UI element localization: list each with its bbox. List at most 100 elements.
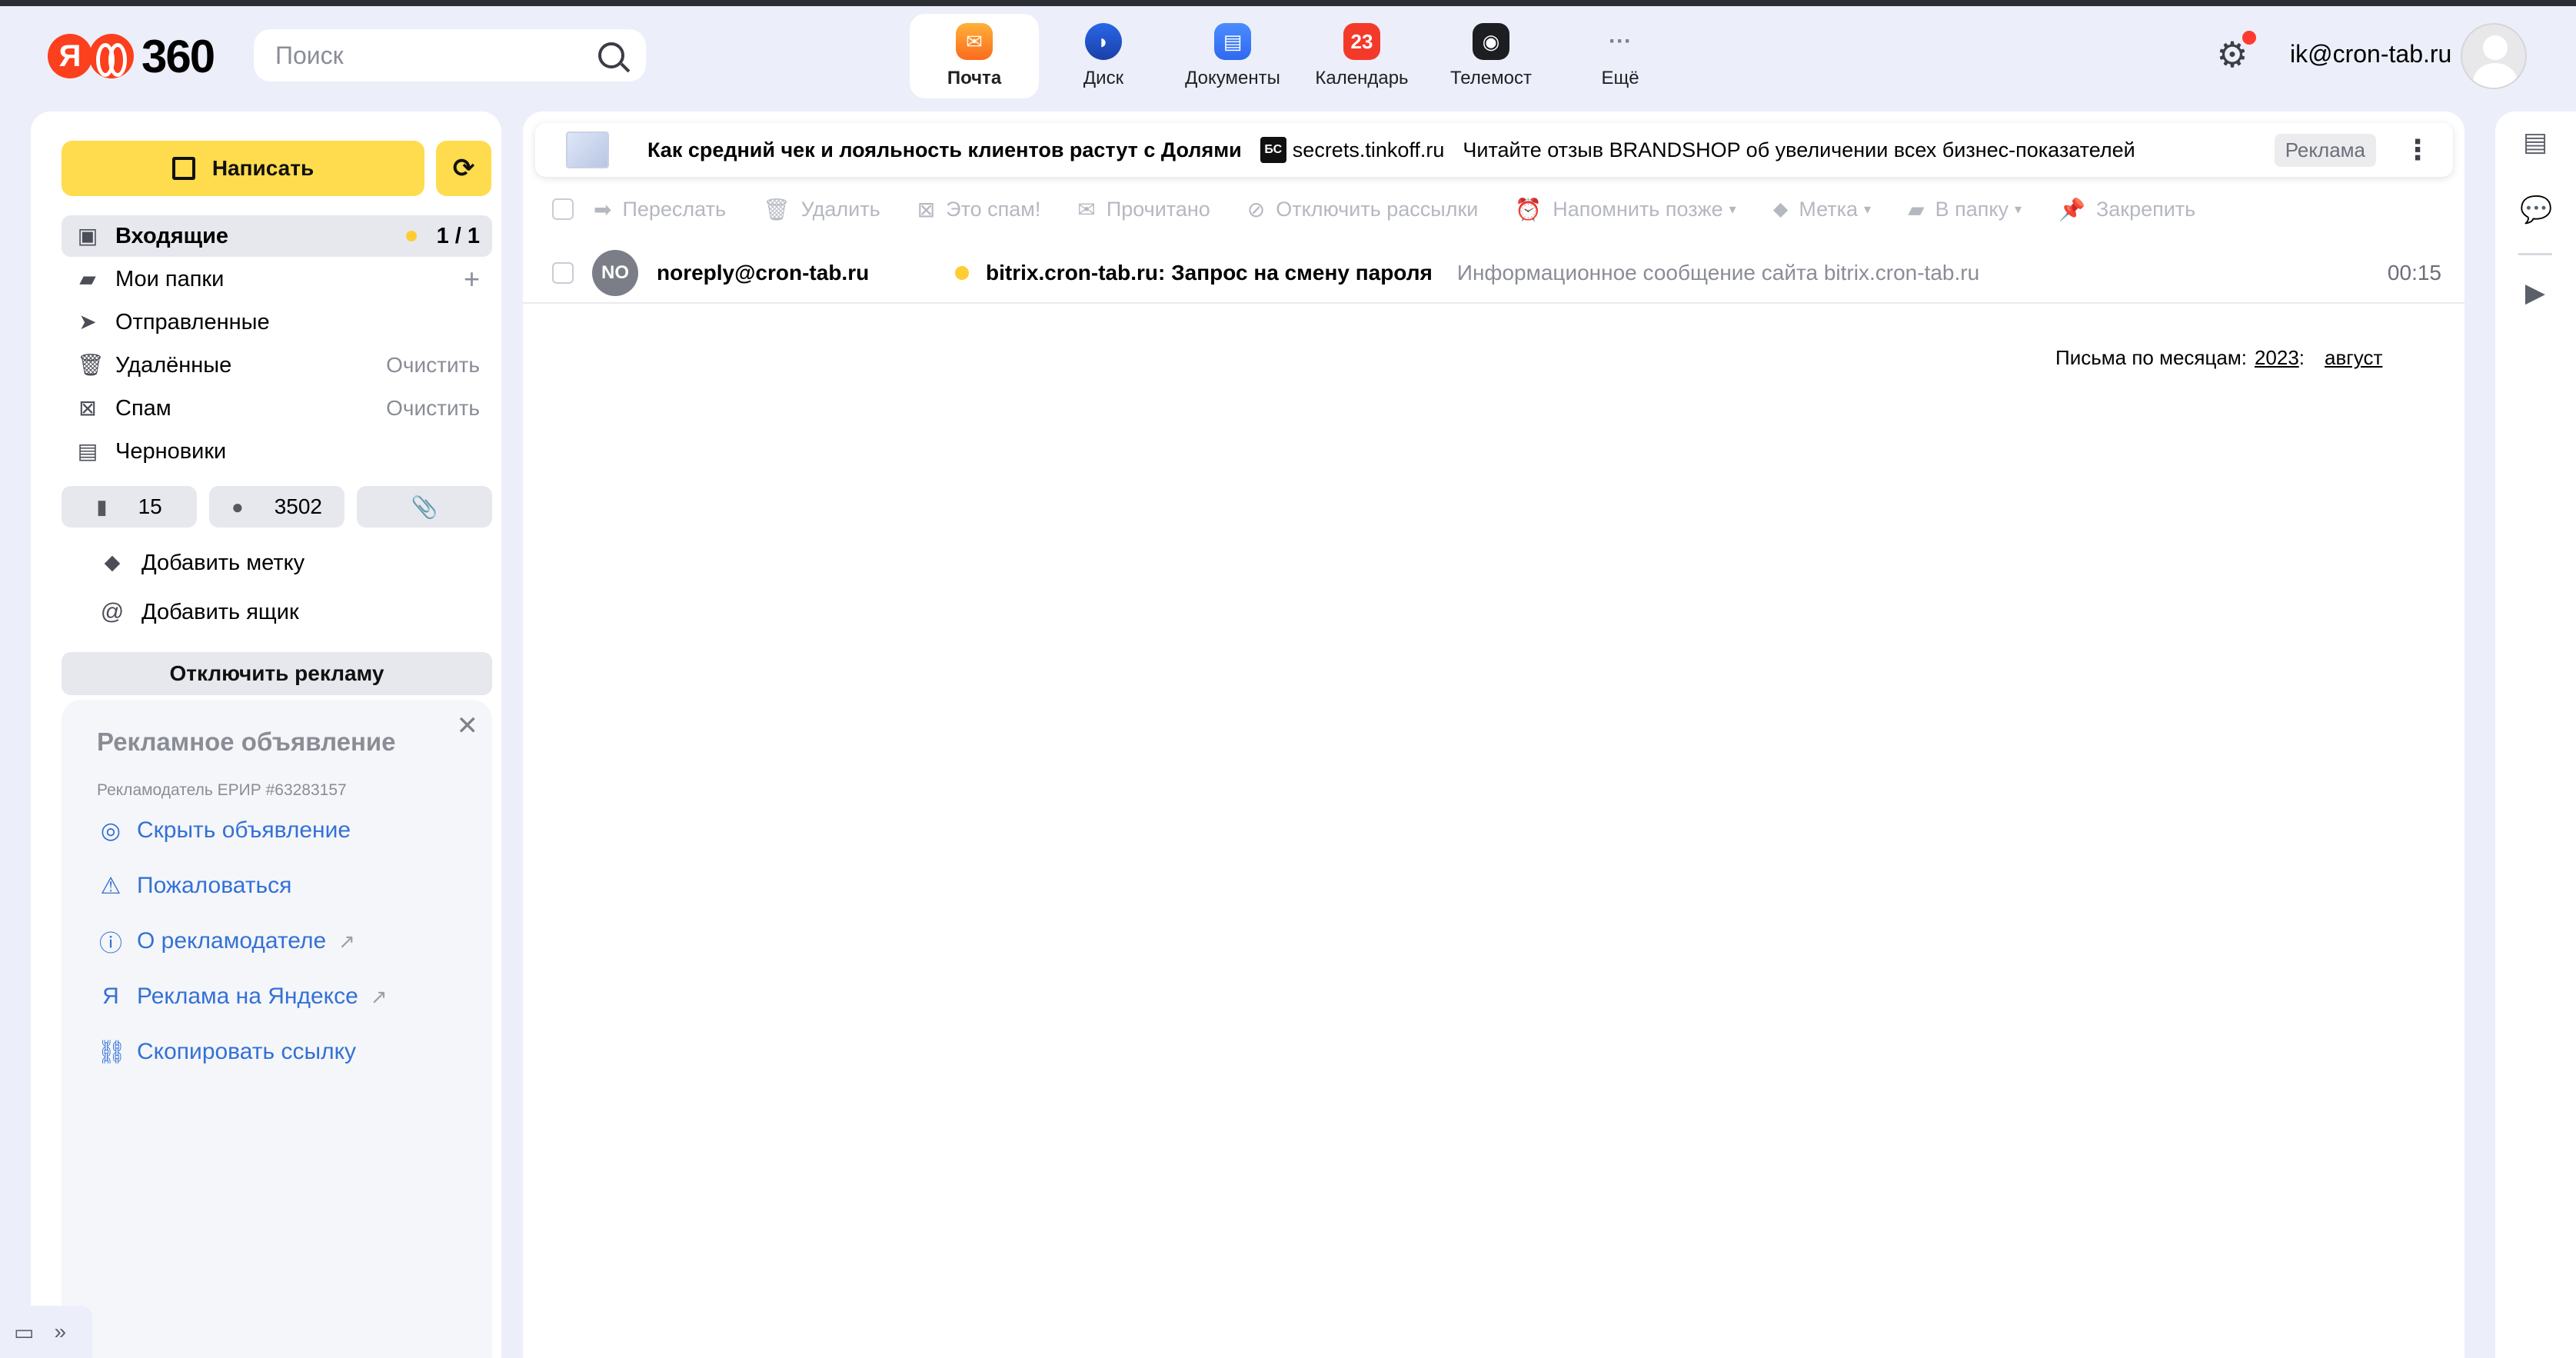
folder-label: Черновики — [115, 438, 227, 464]
message-row[interactable]: NO noreply@cron-tab.ru bitrix.cron-tab.r… — [523, 244, 2465, 304]
bottom-left-controls: ▭ » — [0, 1306, 92, 1358]
forward-button[interactable]: ➡ Переслать — [594, 197, 726, 222]
add-folder-icon[interactable]: + — [464, 263, 492, 295]
add-mailbox-link[interactable]: @ Добавить ящик — [98, 593, 299, 631]
chevron-down-icon: ▾ — [1729, 201, 1736, 217]
sidebar-item-sent[interactable]: ➤ Отправленные — [62, 301, 492, 343]
sidebar-item-my-folders[interactable]: ▰ Мои папки + — [62, 258, 492, 300]
chat-icon[interactable]: 💬 — [2520, 195, 2552, 225]
service-label: Ещё — [1601, 68, 1639, 88]
settings-gear-icon[interactable]: ⚙ — [2213, 31, 2256, 74]
message-subject: bitrix.cron-tab.ru: Запрос на смену паро… — [986, 261, 1433, 285]
logo-mark-icon — [89, 34, 134, 78]
search-input[interactable]: Поиск — [254, 29, 646, 82]
mark-read-button[interactable]: ✉ Прочитано — [1077, 197, 1210, 222]
remind-icon: ⏰ — [1515, 197, 1543, 221]
message-toolbar: ➡ Переслать 🗑 Удалить ⊠ Это спам! ✉ Прочитан… — [523, 186, 2465, 232]
attachments-filter[interactable]: 📎 — [357, 486, 492, 528]
folder-label: Мои папки — [115, 266, 225, 291]
logo-letter: Я — [48, 34, 92, 78]
service-label: Календарь — [1315, 68, 1409, 88]
add-mailbox-text: Добавить ящик — [141, 599, 299, 624]
ad-panel: ✕ Рекламное объявление Рекламодатель ЕРИ… — [62, 700, 492, 1358]
spam-icon: ⊠ — [917, 197, 936, 221]
advertiser-info-link[interactable]: ⓘ О рекламодателе ↗ — [97, 926, 355, 957]
disable-ads-button[interactable]: Отключить рекламу — [62, 652, 492, 695]
sender-avatar[interactable]: NO — [592, 250, 638, 296]
service-label: Диск — [1083, 68, 1124, 88]
expand-icon[interactable]: » — [54, 1320, 66, 1344]
select-all-checkbox[interactable] — [552, 198, 574, 220]
service-more[interactable]: ··· Ещё — [1556, 14, 1685, 98]
bookmarked-count: 15 — [138, 494, 162, 518]
link-label: Скрыть объявление — [137, 817, 351, 843]
user-email[interactable]: ik@cron-tab.ru — [2290, 40, 2451, 68]
service-documents[interactable]: ▤ Документы — [1168, 14, 1297, 98]
spam-button[interactable]: ⊠ Это спам! — [917, 197, 1041, 222]
label-button[interactable]: ⬥ Метка ▾ — [1773, 197, 1871, 222]
archive-icon[interactable]: ▤ — [2520, 127, 2551, 158]
service-label: Почта — [947, 68, 1002, 88]
action-label: Это спам! — [946, 197, 1041, 221]
unread-dot-icon: ● — [231, 494, 244, 518]
drafts-icon: ▤ — [77, 439, 98, 463]
move-to-folder-button[interactable]: ▰ В папку ▾ — [1908, 197, 2022, 222]
message-checkbox[interactable] — [552, 262, 574, 284]
right-rail: ▤ 💬 ▶ — [2495, 112, 2576, 1358]
unsubscribe-button[interactable]: ⊘ Отключить рассылки — [1247, 197, 1479, 222]
yandex-ads-link[interactable]: Я Реклама на Яндексе ↗ — [97, 981, 388, 1012]
sidebar-item-deleted[interactable]: 🗑 Удалённые Очистить — [62, 344, 492, 386]
service-mail[interactable]: ✉ Почта — [910, 14, 1039, 98]
service-disk[interactable]: ◗ Диск — [1039, 14, 1168, 98]
action-label: Закрепить — [2095, 197, 2196, 221]
hide-ad-link[interactable]: ◎ Скрыть объявление — [97, 815, 351, 846]
sidebar-item-spam[interactable]: ⊠ Спам Очистить — [62, 388, 492, 429]
sidebar-item-drafts[interactable]: ▤ Черновики — [62, 431, 492, 472]
external-link-icon: ↗ — [370, 984, 388, 1008]
folder-icon: ▰ — [1908, 197, 1925, 221]
unread-filter[interactable]: ● 3502 — [209, 486, 344, 528]
remind-later-button[interactable]: ⏰ Напомнить позже ▾ — [1515, 197, 1736, 222]
ad-thumbnail — [566, 131, 609, 168]
action-label: Метка — [1799, 197, 1859, 221]
months-separator: : — [2298, 346, 2305, 369]
more-vertical-icon[interactable]: ⋮ — [2404, 136, 2431, 164]
calendar-small-icon[interactable]: ▭ — [14, 1320, 34, 1345]
video-icon[interactable]: ▶ — [2520, 278, 2551, 308]
pin-button[interactable]: 📌 Закрепить — [2058, 197, 2195, 222]
action-label: Переслать — [622, 197, 727, 221]
message-time: 00:15 — [2387, 261, 2441, 285]
ad-brand-icon: БС — [1260, 137, 1286, 163]
bookmarked-filter[interactable]: ▮ 15 — [62, 486, 197, 528]
sidebar-item-inbox[interactable]: ▣ Входящие 1 / 1 — [62, 215, 492, 257]
attachment-icon: 📎 — [411, 494, 438, 519]
ad-headline: Как средний чек и лояльность клиентов ра… — [647, 138, 1242, 161]
close-icon[interactable]: ✕ — [457, 711, 479, 741]
action-label: Напомнить позже — [1553, 197, 1723, 221]
refresh-button[interactable]: ⟳ — [436, 141, 491, 196]
link-label: О рекламодателе — [137, 928, 327, 954]
action-label: В папку — [1935, 197, 2009, 221]
year-link[interactable]: 2023 — [2255, 346, 2299, 370]
ad-banner[interactable]: Как средний чек и лояльность клиентов ра… — [535, 123, 2453, 177]
service-calendar[interactable]: 23 Календарь — [1297, 14, 1426, 98]
action-label: Удалить — [800, 197, 880, 221]
refresh-icon: ⟳ — [452, 154, 475, 183]
folder-count: 1 / 1 — [405, 224, 492, 249]
compose-button[interactable]: Написать — [62, 141, 424, 196]
service-telemost[interactable]: ◉ Телемост — [1426, 14, 1556, 98]
unread-indicator[interactable] — [955, 266, 969, 280]
clear-spam-link[interactable]: Очистить — [386, 396, 492, 421]
yandex-360-logo[interactable]: Я 360 — [48, 31, 215, 82]
avatar[interactable] — [2461, 23, 2527, 89]
add-label-link[interactable]: ⬥ Добавить метку — [98, 544, 305, 582]
service-label: Телемост — [1449, 68, 1533, 88]
copy-link[interactable]: ⛓ Скопировать ссылку — [97, 1037, 356, 1067]
clear-deleted-link[interactable]: Очистить — [386, 353, 492, 378]
report-ad-link[interactable]: ⚠ Пожаловаться — [97, 870, 292, 901]
delete-button[interactable]: 🗑 Удалить — [763, 197, 880, 222]
month-link[interactable]: август — [2325, 346, 2382, 370]
search-icon[interactable] — [598, 42, 624, 68]
message-sender: noreply@cron-tab.ru — [657, 261, 870, 285]
add-label-text: Добавить метку — [141, 550, 305, 575]
